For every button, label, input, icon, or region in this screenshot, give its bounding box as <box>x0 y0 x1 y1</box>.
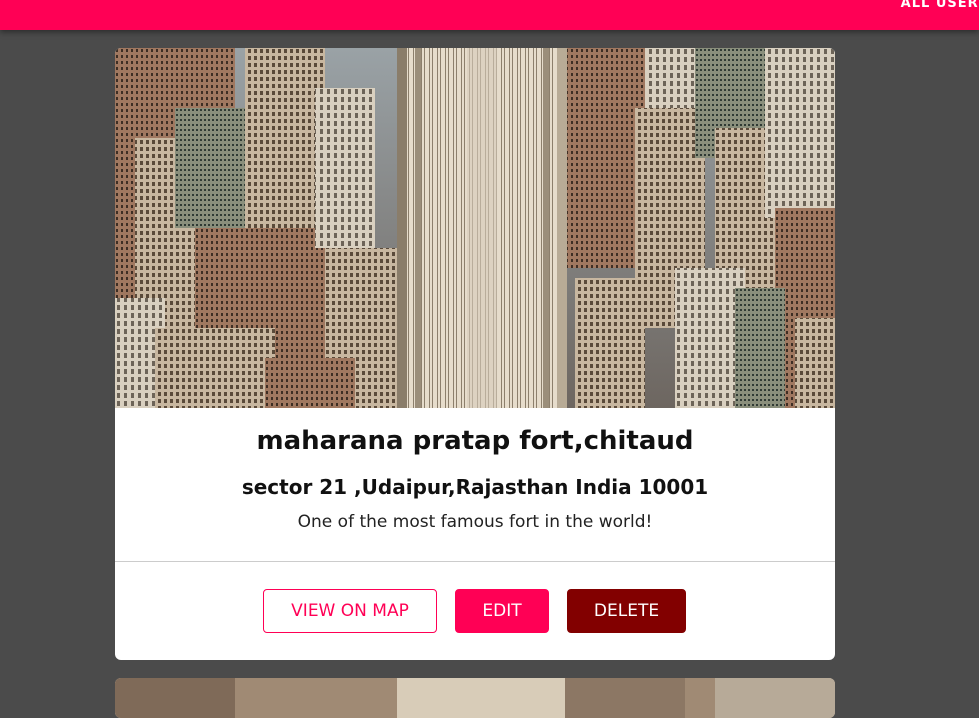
nav-link-all-users[interactable]: ALL USERS <box>901 0 979 11</box>
place-description: One of the most famous fort in the world… <box>297 512 653 532</box>
place-image <box>115 48 835 408</box>
next-place-card <box>115 678 835 718</box>
delete-button[interactable]: DELETE <box>567 589 686 633</box>
next-place-image <box>115 678 835 718</box>
place-card: maharana pratap fort,chitaud sector 21 ,… <box>115 48 835 660</box>
view-on-map-button[interactable]: VIEW ON MAP <box>263 589 437 633</box>
edit-button[interactable]: EDIT <box>455 589 549 633</box>
place-address: sector 21 ,Udaipur,Rajasthan India 10001 <box>241 475 709 499</box>
main-header: ALL USERS <box>0 0 979 30</box>
place-title: maharana pratap fort,chitaud <box>256 426 694 456</box>
card-divider <box>115 561 835 562</box>
